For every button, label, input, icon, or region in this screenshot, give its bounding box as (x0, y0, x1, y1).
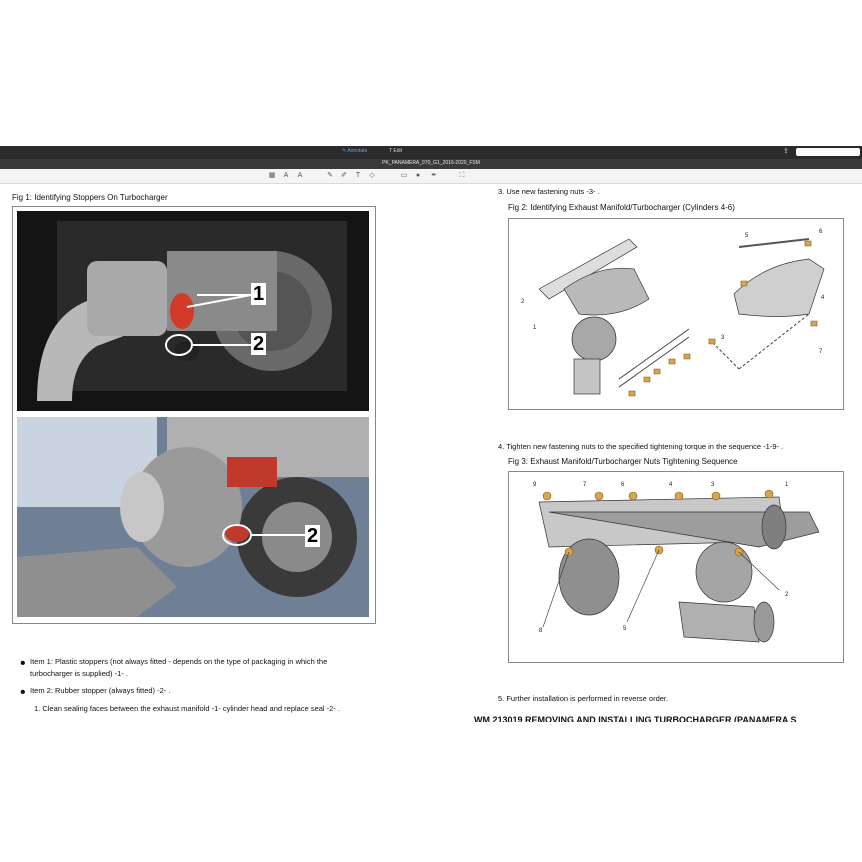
pen-icon[interactable]: ✒ (430, 172, 438, 180)
fig1-title: Fig 1: Identifying Stoppers On Turbochar… (12, 193, 168, 202)
text-tool-icon[interactable]: T (354, 172, 362, 180)
fig3-label-8: 8 (539, 628, 543, 634)
fig2-label-7: 7 (819, 349, 823, 355)
edit-mode-button[interactable]: T Edit (389, 148, 402, 154)
fig3-tightening-diagram (538, 489, 820, 643)
fig3-label-3: 3 (711, 482, 715, 488)
fig2-frame: 2 1 3 4 5 6 7 (508, 218, 844, 410)
photo-divider (17, 411, 369, 415)
fig2-label-2: 2 (521, 299, 525, 305)
annotate-mode-button[interactable]: ✎ Annotate (342, 148, 367, 154)
fig3-frame: 9 7 6 4 3 1 2 5 8 (508, 471, 844, 663)
fig2-label-5: 5 (745, 233, 749, 239)
fig3-label-9: 9 (533, 482, 537, 488)
annotate-label: Annotate (347, 148, 368, 154)
signature-icon[interactable]: ● (414, 172, 422, 180)
text-size-small-icon[interactable]: A (282, 172, 290, 180)
callout-2-top-leader (165, 334, 251, 356)
fullscreen-icon[interactable]: ⛶ (458, 172, 466, 180)
step-5-text: 5. Further installation is performed in … (498, 694, 669, 703)
fig2-exploded-diagram (538, 238, 825, 397)
pencil-icon[interactable]: ✎ (326, 172, 334, 180)
fig2-label-3: 3 (721, 335, 725, 341)
fig3-label-4: 4 (669, 482, 673, 488)
step-4-text: 4. Tighten new fastening nuts to the spe… (498, 442, 784, 451)
edit-label: Edit (393, 148, 402, 154)
callout-1: 1 (251, 283, 267, 305)
thumbnails-icon[interactable]: ▦ (268, 172, 276, 180)
fig3-label-6: 6 (621, 482, 625, 488)
next-section-heading: WM 213019 REMOVING AND INSTALLING TURBOC… (474, 715, 797, 722)
share-icon[interactable]: ⇪ (783, 148, 791, 156)
fig3-label-7: 7 (583, 482, 587, 488)
file-name: PK_PANAMERA_970_G1_2016-2020_FSM (382, 160, 480, 166)
shapes-icon[interactable]: ◇ (368, 172, 376, 180)
fig2-label-1: 1 (533, 325, 537, 331)
fig3-label-1: 1 (785, 482, 789, 488)
turbo-photo-bottom (17, 417, 369, 617)
text-size-large-icon[interactable]: A (296, 172, 304, 180)
fig2-title: Fig 2: Identifying Exhaust Manifold/Turb… (508, 203, 735, 212)
fig2-label-4: 4 (821, 295, 825, 301)
item-2-text: Item 2: Rubber stopper (always fitted) -… (30, 686, 171, 695)
search-input[interactable] (796, 148, 860, 156)
callout-1-leader (186, 294, 252, 308)
fig1-frame: 1 2 2 (12, 206, 376, 624)
fig3-title: Fig 3: Exhaust Manifold/Turbocharger Nut… (508, 457, 738, 466)
fig2-label-6: 6 (819, 229, 823, 235)
top-toolbar (0, 146, 862, 159)
callout-2-top: 2 (251, 333, 267, 355)
fig3-label-2: 2 (785, 592, 789, 598)
item-1-text: Item 1: Plastic stoppers (not always fit… (30, 657, 328, 678)
step-1-text: 1. Clean sealing faces between the exhau… (34, 704, 341, 713)
callout-2-bottom-leader (222, 524, 307, 546)
highlighter-icon[interactable]: ✐ (340, 172, 348, 180)
step-3-text: 3. Use new fastening nuts -3- . (498, 187, 600, 196)
comment-icon[interactable]: ▭ (400, 172, 408, 180)
fig3-label-5: 5 (623, 626, 627, 632)
